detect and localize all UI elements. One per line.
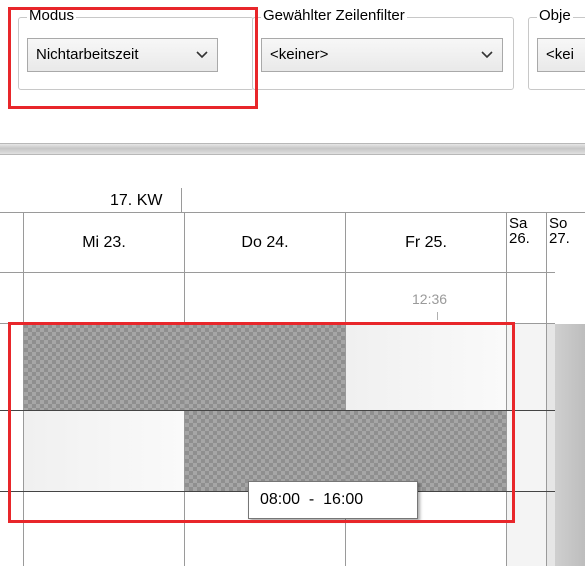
grid-vline [184,213,185,566]
objekt-label: Obje [537,7,573,25]
modus-dropdown[interactable]: Nichtarbeitszeit [27,38,218,72]
weekend-day-name: Sa [509,215,528,232]
weekend-day-name: So [549,215,568,232]
grid-vline [23,213,24,566]
cell-do-row2[interactable] [185,411,345,491]
modus-value: Nichtarbeitszeit [36,46,139,63]
splitter[interactable] [0,143,585,155]
zeilenfilter-label: Gewählter Zeilenfilter [261,7,407,25]
cell-mi-row1[interactable] [24,324,184,410]
right-shadow [555,324,585,566]
day-label: Do 24. [241,234,289,251]
modus-label: Modus [27,7,77,25]
objekt-dropdown[interactable]: <kei [537,38,585,72]
grid-hline [0,272,555,273]
cell-mi-row3[interactable] [24,492,184,566]
day-header-fr[interactable]: Fr 25. [346,214,506,272]
week-label: 17. KW [110,192,163,209]
grid-hline [0,410,555,411]
weekend-day-number: 27. [549,230,570,247]
zeilenfilter-value: <keiner> [270,46,329,63]
day-header-mi[interactable]: Mi 23. [24,214,184,272]
cell-mi-row2[interactable] [24,411,184,491]
grid-hline [0,323,555,324]
weekend-column-sa[interactable] [507,324,547,566]
current-time-label: 12:36 [412,291,448,307]
cell-do-row1[interactable] [185,324,345,410]
day-label: Fr 25. [405,234,447,251]
current-time-tick [437,312,438,320]
grid-vline [506,213,507,566]
zeilenfilter-dropdown[interactable]: <keiner> [261,38,503,72]
chevron-down-icon [193,39,211,71]
day-header-do[interactable]: Do 24. [185,214,345,272]
header-divider [0,212,585,213]
time-range-tooltip: 08:00 - 16:00 [248,481,418,519]
cell-fr-row2[interactable] [346,411,506,491]
day-header-sa[interactable]: Sa 26. [509,216,530,246]
cell-fr-row1[interactable] [346,324,506,410]
chevron-down-icon [478,39,496,71]
grid-vline [546,213,547,566]
toolbar: Modus Nichtarbeitszeit Gewählter Zeilenf… [0,0,585,140]
day-header-so[interactable]: So 27. [549,216,570,246]
objekt-value: <kei [546,46,574,63]
week-divider [181,188,182,212]
weekend-day-number: 26. [509,230,530,247]
week-header: 17. KW [0,188,585,213]
day-label: Mi 23. [82,234,126,251]
